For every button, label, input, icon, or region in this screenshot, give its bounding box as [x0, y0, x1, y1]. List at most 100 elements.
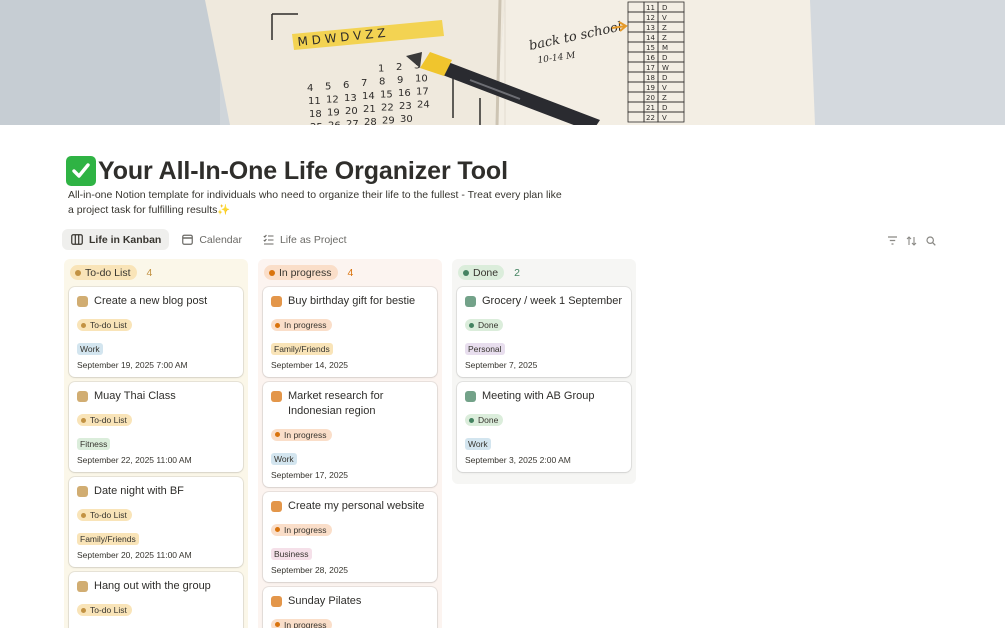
svg-text:14: 14: [646, 34, 655, 42]
svg-text:20: 20: [646, 94, 655, 102]
column-header: Done 2: [457, 264, 631, 281]
card-title: Create my personal website: [288, 499, 425, 512]
card-status-label: To-do List: [90, 320, 127, 330]
kanban-card[interactable]: Hang out with the groupTo-do ListFamily/…: [69, 572, 243, 628]
svg-text:W: W: [662, 64, 669, 72]
status-dot-icon: [469, 322, 474, 328]
svg-text:21: 21: [646, 104, 655, 112]
filter-icon[interactable]: [886, 234, 899, 247]
column-status-pill[interactable]: Done: [458, 265, 505, 280]
card-status-label: To-do List: [90, 510, 127, 520]
card-status-badge: To-do List: [77, 604, 132, 616]
kanban-card[interactable]: Date night with BF To-do List Family/Frien…: [69, 477, 243, 567]
svg-text:13: 13: [646, 24, 655, 32]
card-title: Sunday Pilates: [288, 594, 362, 607]
kanban-card[interactable]: Buy birthday gift for bestie In progress F…: [263, 287, 437, 377]
status-dot-icon: [75, 269, 81, 276]
column-todo: To-do List 4 Create a new blog post To-do L…: [64, 259, 248, 628]
cover-calendar-day: 16: [398, 88, 411, 99]
page-title-row: Your All-In-One Life Organizer Tool: [66, 156, 508, 186]
status-dot-icon: [81, 322, 86, 328]
cover-calendar-day: 29: [382, 116, 395, 125]
briefcase-icon: [271, 391, 282, 402]
kanban-card[interactable]: Create a new blog post To-do List Work Sept…: [69, 287, 243, 377]
card-status-label: To-do List: [90, 415, 127, 425]
view-tools: [886, 234, 937, 247]
kanban-card[interactable]: Sunday Pilates In progress: [263, 586, 437, 628]
kanban-card[interactable]: Market research for Indonesian region In …: [263, 382, 437, 487]
svg-text:V: V: [662, 84, 667, 92]
card-status-badge: Done: [465, 319, 504, 331]
sort-icon[interactable]: [905, 234, 918, 247]
svg-text:18: 18: [646, 74, 655, 82]
card-date: September 17, 2025: [271, 469, 349, 480]
card-title: Date night with BF: [94, 485, 184, 497]
search-icon[interactable]: [924, 234, 937, 247]
cover-calendar-day: 14: [362, 91, 375, 102]
tab-calendar[interactable]: Calendar: [173, 229, 250, 250]
cover-calendar-day: 27: [346, 119, 359, 125]
column-in-progress: In progress 4 Buy birthday gift for bestie…: [258, 259, 442, 628]
cover-calendar-day: 20: [345, 106, 358, 117]
svg-text:V: V: [662, 114, 667, 122]
kanban-card[interactable]: Grocery / week 1 September Done Personal Se…: [457, 287, 631, 377]
couple-icon: [77, 486, 88, 497]
tab-life-in-kanban[interactable]: Life in Kanban: [62, 229, 170, 250]
card-status-badge: Done: [465, 414, 504, 426]
svg-text:11: 11: [646, 4, 655, 12]
card-tag: Work: [465, 438, 491, 450]
card-status-label: In progress: [284, 429, 327, 440]
cover-calendar-day: 30: [400, 114, 413, 125]
card-title: Hang out with the group: [94, 580, 211, 592]
column-status-pill[interactable]: To-do List: [70, 265, 137, 280]
page-description: All-in-one Notion template for individua…: [68, 189, 562, 216]
card-tag: Personal: [465, 343, 505, 355]
card-tag: Business: [271, 547, 312, 560]
svg-text:M: M: [662, 44, 668, 52]
status-dot-icon: [275, 432, 280, 437]
column-label: In progress: [279, 266, 332, 279]
kanban-card[interactable]: Muay Thai Class To-do List Fitness Septembe…: [69, 382, 243, 472]
svg-text:Z: Z: [662, 24, 667, 32]
card-title-row: Date night with BF: [77, 484, 235, 499]
column-status-pill[interactable]: In progress: [264, 265, 338, 280]
card-date: September 28, 2025: [271, 564, 349, 575]
card-title: Buy birthday gift for bestie: [288, 295, 416, 307]
card-title: Grocery / week 1 September: [482, 295, 623, 307]
kanban-card[interactable]: Create my personal website In progress Bus…: [263, 491, 437, 582]
cover-calendar-day: 5: [325, 81, 331, 92]
page-title: Your All-In-One Life Organizer Tool: [98, 156, 508, 185]
cover-calendar-day: 26: [328, 120, 341, 125]
svg-text:16: 16: [646, 54, 655, 62]
kanban-card[interactable]: Meeting with AB Group Done Work September 3…: [457, 382, 631, 472]
check-mark-button-icon: [66, 156, 96, 186]
checklist-view-icon: [263, 234, 274, 245]
card-status-badge: In progress: [271, 523, 332, 536]
column-label: Done: [473, 266, 499, 279]
column-count: 4: [347, 266, 354, 279]
card-title-row: Market research for Indonesian region: [271, 389, 429, 418]
cover-image: M D W D V Z Z 1 2 3 4 5 6 7 8 9 10 11 12 13 14 15 16 17 1…: [0, 0, 1005, 125]
card-date: September 7, 2025: [465, 360, 538, 370]
card-status-label: In progress: [284, 619, 327, 628]
card-date: September 22, 2025 11:00 AM: [77, 455, 192, 465]
svg-text:19: 19: [646, 84, 655, 92]
svg-text:D: D: [662, 74, 667, 82]
card-title: Meeting with AB Group: [482, 390, 595, 402]
cover-calendar-day: 10: [415, 73, 428, 84]
card-status-label: In progress: [284, 524, 327, 535]
card-title: Market research for Indonesian region: [288, 390, 384, 417]
card-tag: Fitness: [77, 438, 111, 450]
tab-label: Life in Kanban: [89, 233, 162, 246]
card-status-badge: In progress: [271, 319, 332, 331]
card-status-badge: To-do List: [77, 509, 132, 521]
status-dot-icon: [275, 622, 280, 627]
column-count: 4: [146, 266, 153, 279]
tab-label: Life as Project: [279, 233, 347, 246]
card-tag: Family/Friends: [271, 343, 333, 355]
card-title: Muay Thai Class: [94, 390, 176, 402]
column-header: To-do List 4: [69, 264, 243, 281]
tab-life-as-project[interactable]: Life as Project: [254, 229, 355, 250]
svg-text:17: 17: [646, 64, 655, 72]
column-label: To-do List: [85, 266, 131, 279]
